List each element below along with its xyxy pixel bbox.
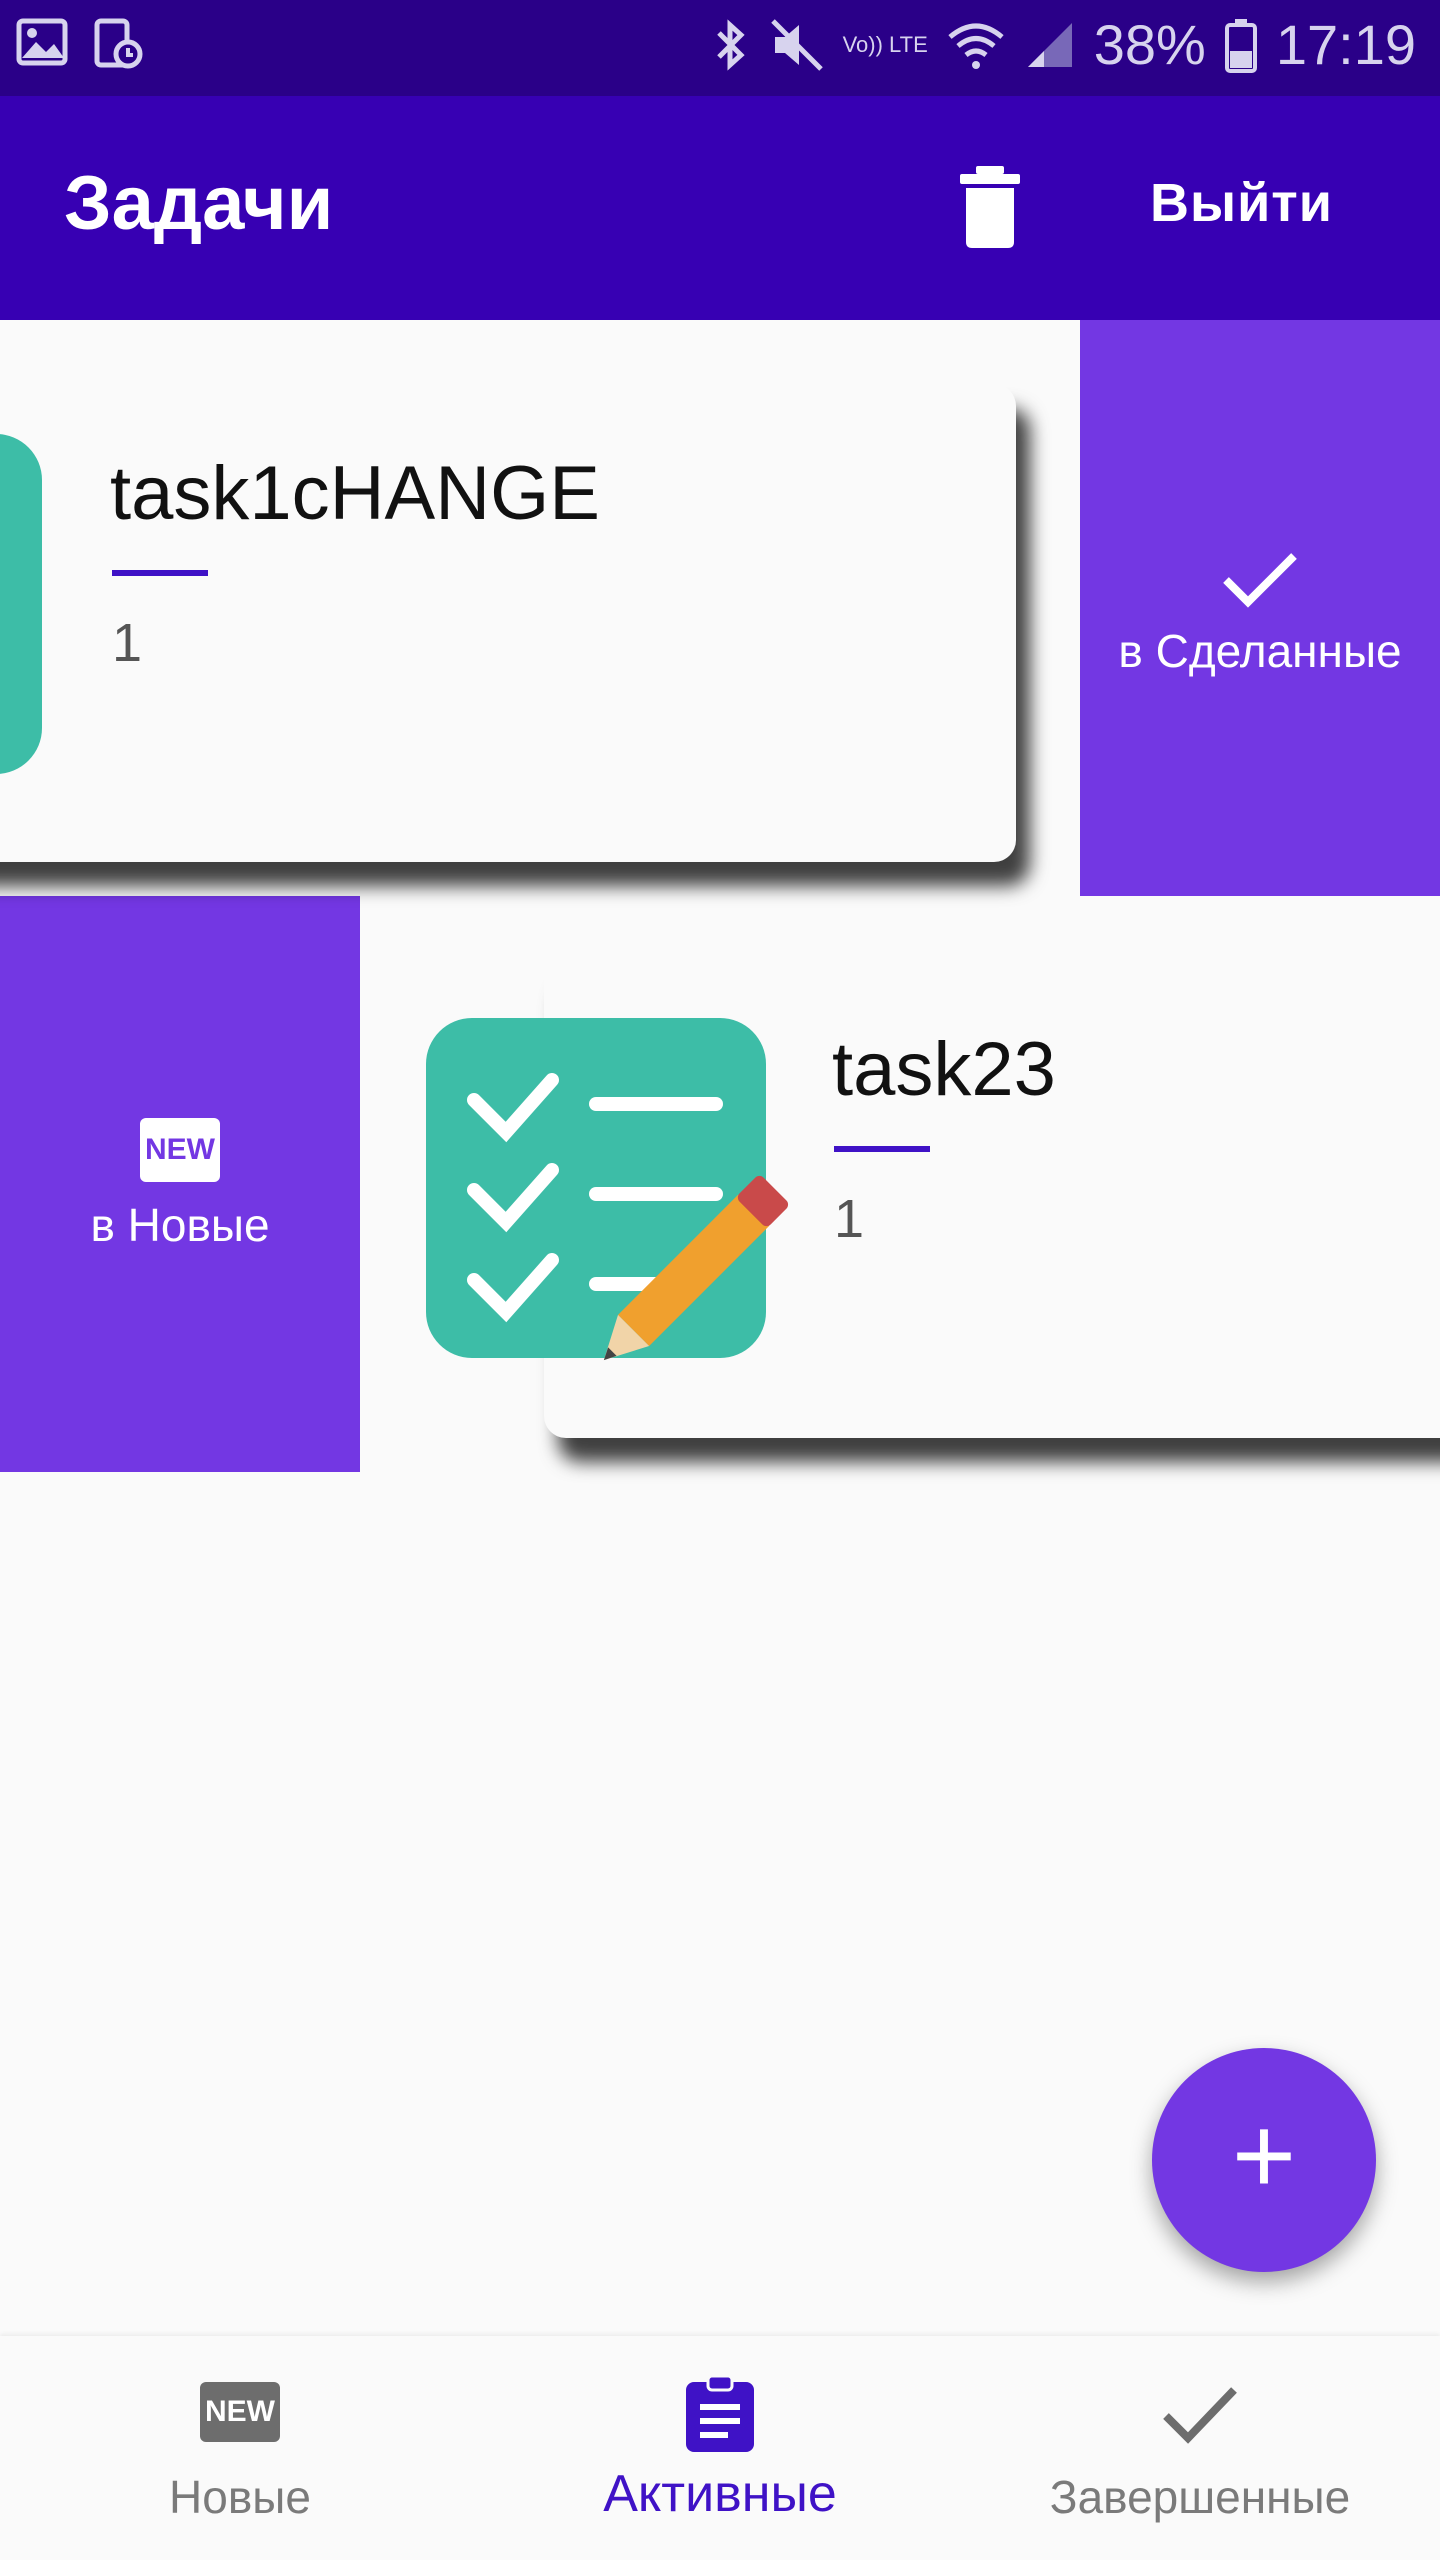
swipe-action-label: в Новые	[90, 1199, 270, 1251]
title-underline	[112, 570, 208, 576]
new-badge-icon: NEW	[200, 2382, 280, 2442]
status-bar-left	[16, 18, 144, 70]
task-description: 1	[834, 1189, 865, 1249]
task-list: в Сделанные NEW в Новые task1cHANGE 1 ta…	[0, 320, 1440, 2336]
swipe-action-label: в Сделанные	[1118, 625, 1402, 677]
delete-all-button[interactable]	[950, 162, 1030, 252]
status-bar-right: Vo)) LTE 38% 17:19	[711, 12, 1416, 77]
add-task-button[interactable]: +	[1152, 2048, 1376, 2272]
nav-item-active[interactable]: Активные	[480, 2336, 960, 2560]
trash-icon	[960, 166, 1020, 248]
swipe-action-to-new[interactable]: NEW в Новые	[0, 896, 360, 1472]
app-bar: Задачи Выйти	[0, 96, 1440, 320]
task-description: 1	[112, 613, 143, 673]
page-title: Задачи	[64, 161, 334, 246]
signal-icon	[1027, 22, 1072, 67]
bottom-navigation: NEW Новые Активные Завершенные	[0, 2336, 1440, 2560]
wifi-icon	[948, 23, 1004, 69]
battery-percent: 38%	[1093, 13, 1206, 76]
checklist-pencil-icon	[0, 434, 42, 774]
nav-item-label: Активные	[603, 2465, 837, 2523]
nav-item-label: Завершенные	[1049, 2471, 1351, 2523]
nav-item-new[interactable]: NEW Новые	[0, 2336, 480, 2560]
nav-item-completed[interactable]: Завершенные	[960, 2336, 1440, 2560]
clipboard-icon	[686, 2374, 754, 2452]
checklist-pencil-icon	[426, 1018, 789, 1361]
logout-button[interactable]: Выйти	[1150, 172, 1333, 234]
task-title: task23	[832, 1027, 1056, 1112]
check-icon	[1163, 2387, 1237, 2444]
title-underline	[834, 1146, 930, 1152]
bluetooth-icon	[716, 18, 745, 71]
battery-icon	[1224, 18, 1257, 73]
task-title: task1cHANGE	[110, 451, 600, 536]
task-card[interactable]: task1cHANGE 1	[0, 384, 1016, 862]
volte-indicator: Vo)) LTE	[842, 31, 928, 57]
new-badge-icon: NEW	[140, 1118, 220, 1182]
check-icon	[1223, 553, 1297, 608]
nav-item-label: Новые	[169, 2471, 311, 2523]
task-card[interactable]: task23 1	[426, 960, 1440, 1438]
swipe-action-to-done[interactable]: в Сделанные	[1080, 320, 1440, 896]
status-bar: Vo)) LTE 38% 17:19	[0, 0, 1440, 96]
screenshot-timer-icon	[94, 18, 143, 69]
mute-icon	[770, 18, 823, 71]
clock: 17:19	[1275, 13, 1416, 76]
gallery-icon	[16, 18, 68, 66]
